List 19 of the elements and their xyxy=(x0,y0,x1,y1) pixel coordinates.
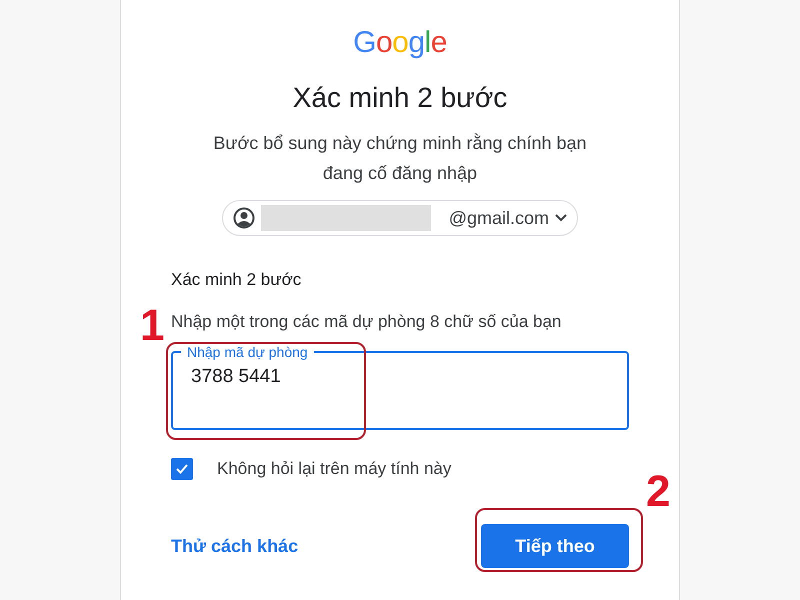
section-heading: Xác minh 2 bước xyxy=(171,270,302,290)
step-number: 1 xyxy=(140,304,164,348)
page-title: Xác minh 2 bước xyxy=(292,82,508,114)
checkbox-label: Không hỏi lại trên máy tính này xyxy=(217,459,452,479)
next-button[interactable]: Tiếp theo xyxy=(481,524,629,568)
subtitle: Bước bổ sung này chứng minh rằng chính bạn đang cố đăng nhập xyxy=(212,132,588,185)
account-icon xyxy=(233,207,255,229)
account-chip[interactable]: @gmail.com xyxy=(222,200,578,236)
try-another-way-link[interactable]: Thử cách khác xyxy=(171,536,298,556)
backup-code-field[interactable]: Nhập mã dự phòng 3788 5441 xyxy=(171,344,629,430)
chevron-down-icon xyxy=(555,214,567,222)
account-email: @gmail.com xyxy=(448,208,549,228)
instruction-text: Nhập một trong các mã dự phòng 8 chữ số của bạn xyxy=(171,312,562,332)
check-icon xyxy=(176,464,188,474)
logo: Google xyxy=(353,26,447,60)
step-number: 2 xyxy=(646,470,670,514)
field-value: 3788 5441 xyxy=(191,366,281,388)
checkbox[interactable] xyxy=(171,458,193,480)
field-label: Nhập mã dự phòng xyxy=(186,344,309,360)
